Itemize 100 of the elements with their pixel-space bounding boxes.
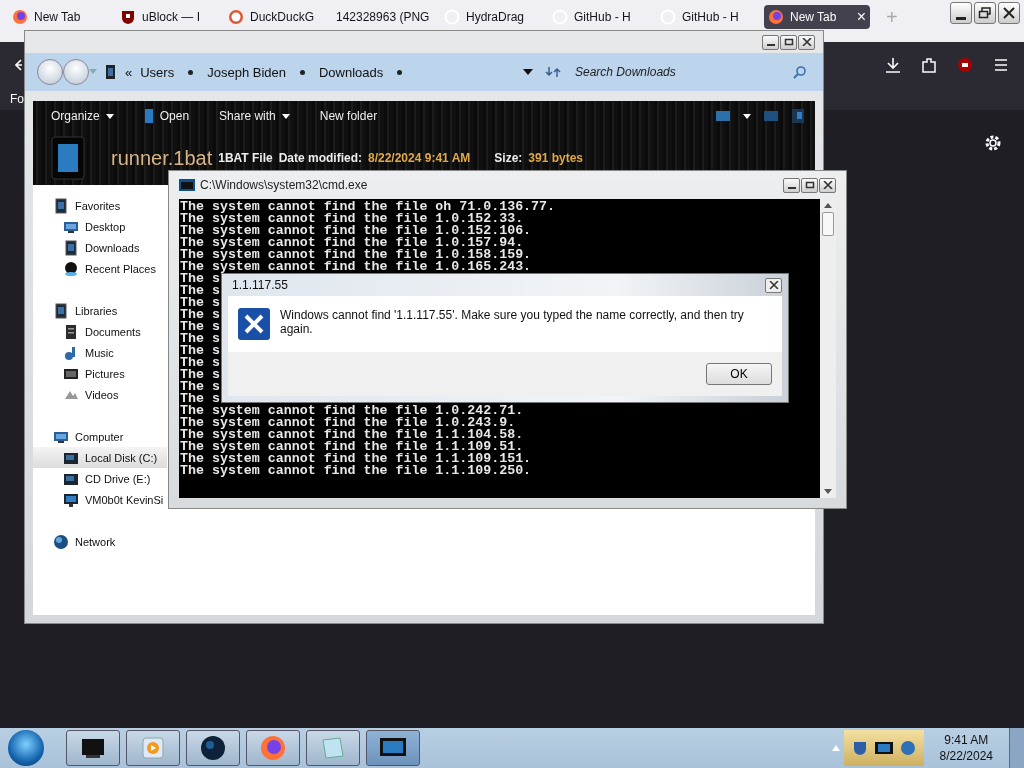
nav-item[interactable]: Videos	[33, 384, 167, 405]
nav-item[interactable]: Favorites	[33, 195, 167, 216]
console-line: The system cannot find the file 1.1.104.58.	[180, 429, 524, 441]
browser-tab[interactable]: New Tab	[8, 5, 114, 29]
maximize-icon	[783, 38, 794, 46]
dialog-title: 1.1.117.55	[232, 278, 288, 292]
monitor-icon	[873, 741, 894, 755]
view-icon[interactable]	[715, 110, 731, 122]
field-label: Size:	[494, 151, 523, 165]
settings-icon[interactable]	[984, 134, 1002, 152]
nav-item[interactable]: Documents	[33, 321, 167, 342]
back-icon[interactable]	[15, 59, 22, 71]
browser-tab[interactable]: GitHub - H	[548, 5, 654, 29]
browser-tab[interactable]: DuckDuckG	[224, 5, 330, 29]
console-line: The s	[180, 357, 220, 369]
close-icon	[768, 281, 779, 289]
browser-tab[interactable]: uBlock — I	[116, 5, 222, 29]
dot-icon[interactable]	[397, 69, 403, 75]
dot-icon[interactable]	[188, 69, 194, 75]
console-line: The system cannot find the file 1.0.157.94.	[180, 237, 524, 249]
nav-item[interactable]: VM0b0t KevinSi	[33, 489, 167, 510]
dot-icon[interactable]	[299, 69, 305, 75]
toolbar-button[interactable]: Organize	[51, 109, 114, 123]
console-line: The system cannot find the file 1.1.109.151.	[180, 453, 532, 465]
scroll-up-icon[interactable]	[824, 203, 832, 208]
close-button[interactable]	[798, 34, 815, 50]
download-icon[interactable]	[884, 56, 902, 74]
error-icon	[238, 308, 270, 340]
toolbar-button[interactable]: Share with	[219, 109, 290, 123]
maximize-button[interactable]	[801, 177, 818, 193]
search-icon[interactable]	[793, 65, 807, 79]
tray-area[interactable]	[843, 730, 924, 766]
browser-tab[interactable]: 142328963 (PNG	[332, 5, 438, 29]
nav-item[interactable]: Downloads	[33, 237, 167, 258]
scroll-down-icon[interactable]	[824, 489, 832, 494]
toolbar-button[interactable]: New folder	[319, 109, 378, 123]
network-drive-icon	[63, 491, 79, 508]
window-title: C:\Windows\system32\cmd.exe	[200, 178, 368, 192]
menu-icon[interactable]	[992, 56, 1010, 74]
breadcrumb-item[interactable]: Downloads	[318, 64, 384, 80]
folder-icon	[105, 64, 117, 80]
maximize-icon	[804, 181, 815, 189]
console-line: The s	[180, 297, 220, 309]
search-field[interactable]: Search Downloads	[573, 64, 793, 80]
refresh-icon[interactable]	[545, 65, 561, 79]
nav-item[interactable]: Music	[33, 342, 167, 363]
caret-icon[interactable]	[523, 69, 533, 75]
globe-icon	[53, 533, 69, 550]
start-button[interactable]	[8, 730, 44, 766]
forward-button[interactable]	[63, 59, 89, 85]
play-icon	[140, 737, 166, 759]
shield-icon	[851, 740, 868, 756]
taskbar-button[interactable]	[366, 730, 420, 766]
minimize-button[interactable]	[783, 177, 800, 193]
close-tab-button[interactable]: ×	[856, 8, 866, 26]
scroll-thumb[interactable]	[822, 212, 834, 236]
clock-time[interactable]: 9:41 AM	[944, 733, 989, 747]
clock-date[interactable]: 8/22/2024	[939, 749, 993, 763]
minimize-button[interactable]	[950, 2, 972, 24]
maximize-button[interactable]	[780, 34, 797, 50]
nav-item[interactable]: Pictures	[33, 363, 167, 384]
console-line: The s	[180, 369, 220, 381]
nav-item[interactable]: Recent Places	[33, 258, 167, 279]
nav-item[interactable]: Computer	[33, 426, 167, 447]
back-button[interactable]	[37, 59, 63, 85]
breadcrumb-item[interactable]: Joseph Biden	[207, 64, 286, 80]
file-icon	[143, 108, 154, 124]
nav-item[interactable]: CD Drive (E:)	[33, 468, 167, 489]
console-line: The s	[180, 285, 220, 297]
console-line: The s	[180, 321, 220, 333]
close-button[interactable]	[765, 277, 782, 293]
taskbar-button[interactable]	[186, 730, 240, 766]
caret-icon[interactable]	[743, 113, 751, 119]
browser-tab[interactable]: New Tab ×	[764, 5, 870, 29]
nav-item[interactable]: Network	[33, 531, 167, 552]
nav-item[interactable]: Libraries	[33, 300, 167, 321]
toolbar-button[interactable]: Open	[143, 108, 190, 124]
scrollbar[interactable]	[820, 199, 836, 498]
taskbar-button[interactable]	[66, 730, 120, 766]
restore-button[interactable]	[974, 2, 996, 24]
console-line: The s	[180, 381, 220, 393]
browser-tab[interactable]: HydraDrag	[440, 5, 546, 29]
minimize-button[interactable]	[762, 34, 779, 50]
file-name: runner.1bat	[111, 146, 213, 170]
bookmark-item[interactable]: Fo	[10, 92, 24, 106]
breadcrumb-overflow[interactable]: «	[125, 64, 133, 80]
puzzle-icon[interactable]	[920, 56, 938, 74]
ok-button[interactable]: OK	[706, 363, 772, 385]
nav-item[interactable]: Local Disk (C:)	[33, 447, 167, 468]
nav-item[interactable]: Desktop	[33, 216, 167, 237]
taskbar-button[interactable]	[126, 730, 180, 766]
breadcrumb-item[interactable]: Users	[140, 64, 175, 80]
console-line: The system cannot find the file 1.0.152.106.	[180, 225, 532, 237]
help-icon[interactable]	[791, 108, 805, 124]
close-button[interactable]	[819, 177, 836, 193]
close-button[interactable]	[998, 2, 1020, 24]
shield-icon[interactable]	[956, 56, 974, 74]
shield-icon	[120, 9, 136, 25]
minimize-icon	[956, 17, 966, 20]
browser-tab[interactable]: GitHub - H	[656, 5, 762, 29]
